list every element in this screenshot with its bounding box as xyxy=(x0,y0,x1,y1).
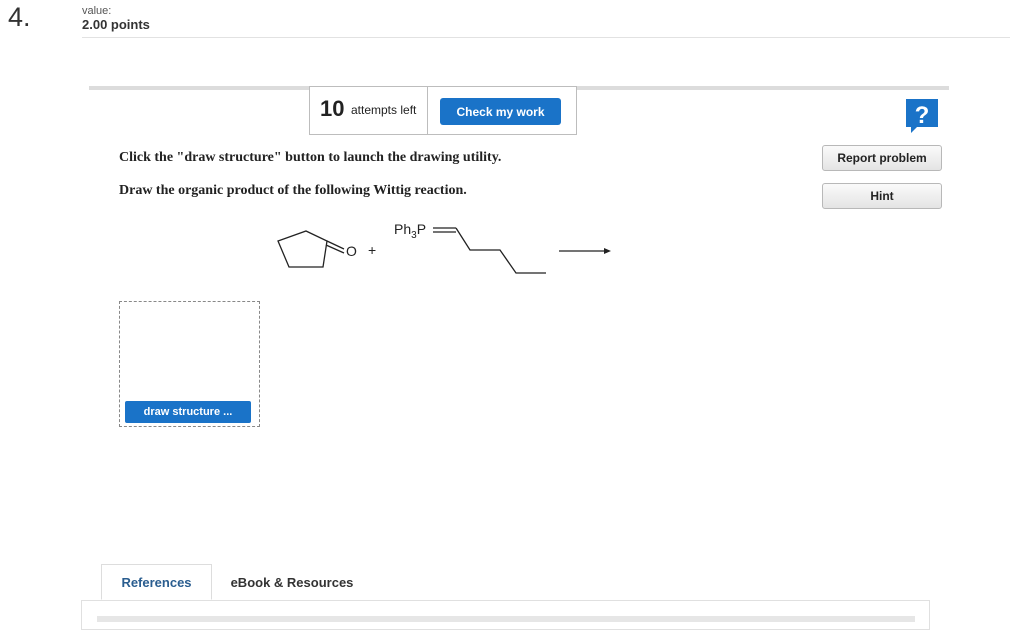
draw-structure-button[interactable]: draw structure ... xyxy=(125,401,251,423)
carbonyl-oxygen: O xyxy=(346,243,357,259)
attempts-toolbar: 10 attempts left Check my work xyxy=(309,86,577,135)
ylide-ph: Ph xyxy=(394,221,411,237)
tab-content-panel xyxy=(81,600,930,630)
wittig-reaction-scheme: O + Ph3P xyxy=(277,221,611,274)
propyl-chain xyxy=(455,227,546,274)
ylide-p: P xyxy=(417,221,426,237)
report-problem-button[interactable]: Report problem xyxy=(822,145,942,171)
question-number: 4. xyxy=(8,2,31,32)
attempts-count: 10 xyxy=(320,96,345,121)
value-label: value: xyxy=(82,5,112,17)
tab-references[interactable]: References xyxy=(101,564,212,600)
check-my-work-button[interactable]: Check my work xyxy=(440,98,561,125)
question-icon[interactable]: ? xyxy=(903,96,941,134)
question-icon-glyph: ? xyxy=(915,102,930,129)
reaction-arrow-head xyxy=(604,248,611,254)
tab-content-bar xyxy=(97,616,915,622)
attempts-label: attempts left xyxy=(351,103,417,117)
points-value: 2.00 points xyxy=(82,17,150,32)
toolbar-divider xyxy=(427,87,428,134)
instruction-wittig: Draw the organic product of the followin… xyxy=(119,183,467,198)
cyclopentanone-ring xyxy=(277,230,328,268)
header-divider xyxy=(82,37,1010,38)
plus-sign: + xyxy=(368,242,376,258)
carbonyl-bond-2 xyxy=(325,244,345,254)
drawing-area[interactable]: draw structure ... xyxy=(119,301,260,427)
instruction-draw-utility: Click the "draw structure" button to lau… xyxy=(119,150,502,165)
ylide-label: Ph3P xyxy=(394,221,426,241)
carbonyl-bond-1 xyxy=(326,240,345,250)
tab-ebook-resources[interactable]: eBook & Resources xyxy=(212,564,372,600)
hint-button[interactable]: Hint xyxy=(822,183,942,209)
